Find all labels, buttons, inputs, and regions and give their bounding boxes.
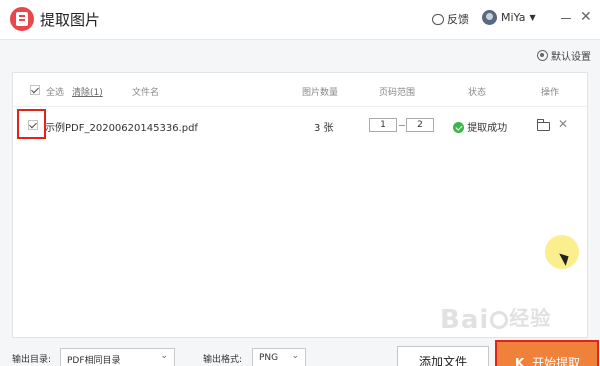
row-filename: 示例PDF_20200620145336.pdf — [45, 123, 198, 134]
gear-icon — [537, 50, 548, 61]
output-format-value: PNG — [259, 353, 279, 363]
start-extract-button[interactable]: K 开始提取 — [495, 340, 599, 366]
output-format-label: 输出格式: — [203, 355, 243, 365]
clear-link[interactable]: 清除(1) — [72, 85, 103, 98]
header-image-count: 图片数量 — [302, 88, 339, 98]
output-dir-select[interactable]: PDF相同目录 ⌄ — [60, 348, 175, 366]
page-to-input[interactable]: 2 — [406, 118, 434, 132]
default-settings-label: 默认设置 — [551, 52, 591, 63]
table-header: 全选 清除(1) 文件名 图片数量 页码范围 状态 操作 — [13, 73, 587, 107]
header-filename: 文件名 — [132, 88, 160, 98]
header-status: 状态 — [468, 88, 487, 98]
feedback-label: 反馈 — [447, 13, 469, 26]
page-from-input[interactable]: 1 — [369, 118, 397, 132]
title-bar: 提取图片 反馈 MiYa ▼ ✕ — [0, 0, 600, 40]
chat-bubble-icon — [432, 13, 444, 25]
default-settings-button[interactable]: 默认设置 — [537, 48, 591, 63]
output-format-select[interactable]: PNG ⌄ — [252, 348, 306, 366]
start-lead-glyph: K — [515, 356, 525, 366]
feedback-button[interactable]: 反馈 — [432, 11, 469, 27]
minimize-button[interactable] — [561, 18, 571, 19]
page-range-dash — [399, 125, 405, 126]
output-dir-label: 输出目录: — [12, 355, 52, 365]
close-window-button[interactable]: ✕ — [580, 10, 592, 24]
start-extract-label: 开始提取 — [532, 356, 581, 366]
row-status: 提取成功 — [453, 119, 507, 134]
user-menu[interactable]: MiYa ▼ — [482, 10, 536, 25]
chevron-down-icon: ⌄ — [291, 351, 299, 361]
select-all-checkbox[interactable] — [30, 85, 40, 95]
file-list-panel: 全选 清除(1) 文件名 图片数量 页码范围 状态 操作 示例PDF_20200… — [12, 72, 588, 338]
app-logo-icon — [10, 7, 34, 31]
row-image-count: 3 张 — [314, 123, 334, 134]
checkbox-highlight-box — [17, 109, 46, 139]
header-page-range: 页码范围 — [379, 88, 416, 98]
open-folder-icon[interactable] — [537, 119, 550, 131]
row-status-label: 提取成功 — [467, 123, 508, 134]
user-name: MiYa — [501, 11, 526, 24]
select-all-label[interactable]: 全选 — [46, 85, 64, 98]
table-row: 示例PDF_20200620145336.pdf 3 张 1 2 提取成功 ✕ — [13, 109, 587, 143]
watermark: Bai 经验 — [440, 302, 551, 335]
caret-down-icon: ▼ — [529, 13, 536, 22]
app-title: 提取图片 — [40, 11, 101, 29]
paw-icon — [490, 311, 509, 329]
output-dir-value: PDF相同目录 — [67, 356, 121, 366]
watermark-text-a: Bai — [440, 305, 490, 335]
check-circle-icon — [453, 122, 464, 133]
watermark-text-b: 经验 — [509, 306, 552, 330]
remove-row-icon[interactable]: ✕ — [558, 117, 568, 131]
chevron-down-icon: ⌄ — [160, 351, 168, 361]
user-avatar — [482, 10, 497, 25]
header-actions: 操作 — [541, 88, 560, 98]
add-file-button[interactable]: 添加文件 — [397, 346, 489, 366]
